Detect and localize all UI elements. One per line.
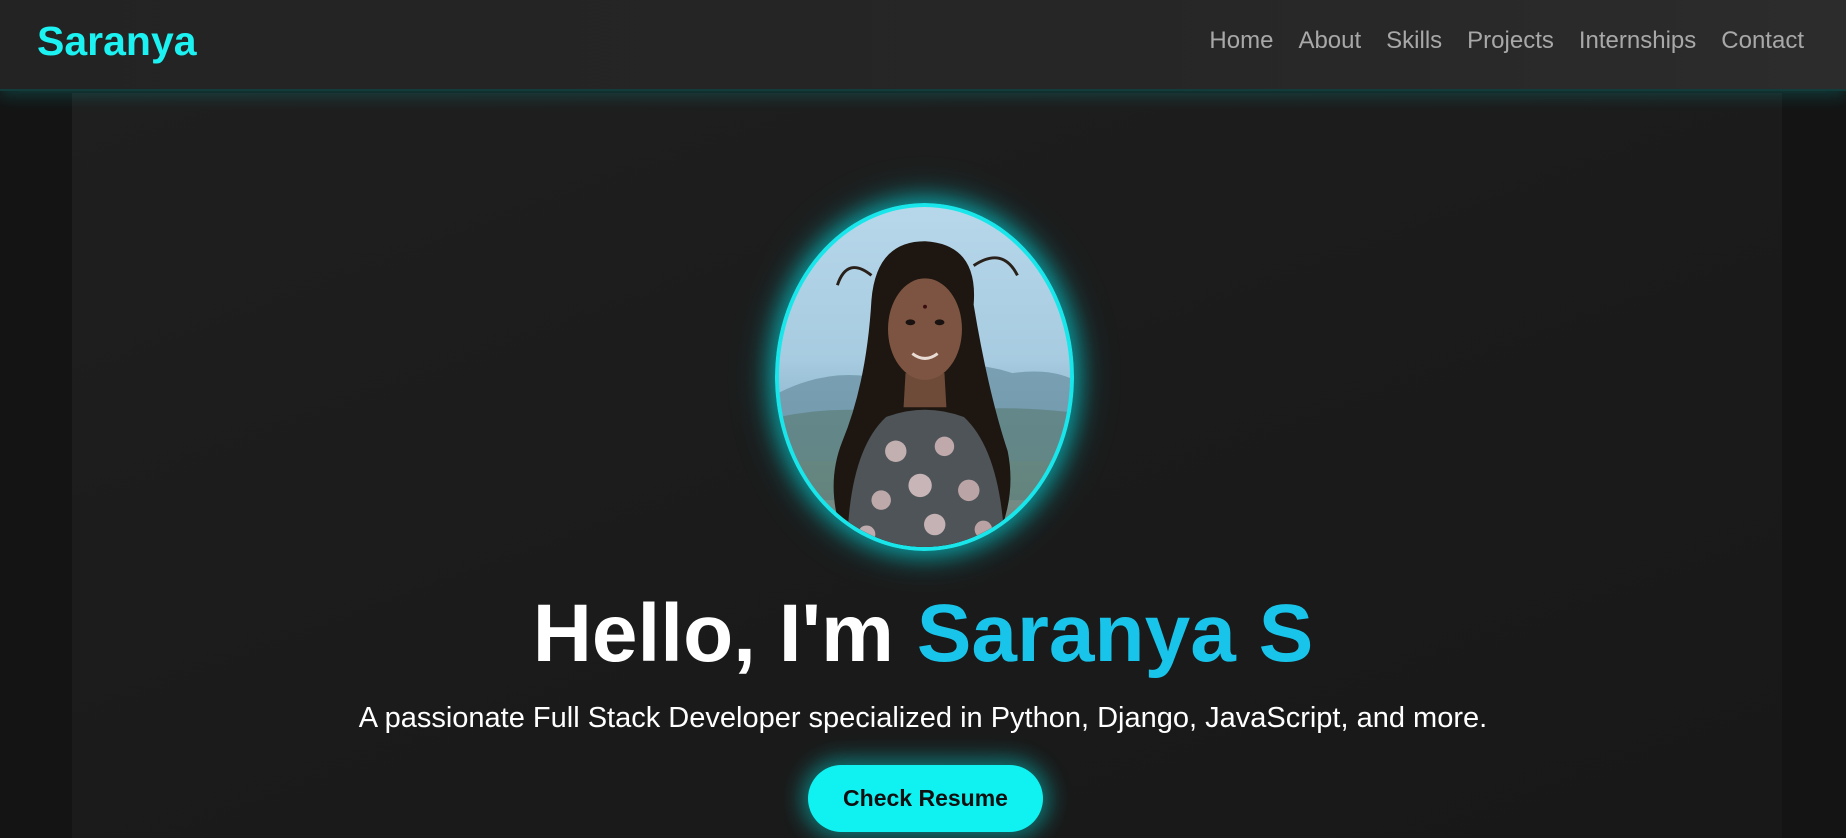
nav-link-skills[interactable]: Skills <box>1386 27 1442 54</box>
nav-link-contact[interactable]: Contact <box>1721 27 1804 54</box>
nav-link-about[interactable]: About <box>1298 27 1361 54</box>
profile-avatar <box>775 203 1074 551</box>
nav-item-projects: Projects <box>1467 24 1554 58</box>
nav-menu: Home About Skills Projects Internships C… <box>1209 24 1804 58</box>
check-resume-button[interactable]: Check Resume <box>808 765 1043 832</box>
nav-item-skills: Skills <box>1386 24 1442 58</box>
hero-subtitle: A passionate Full Stack Developer specia… <box>358 702 1488 734</box>
nav-item-about: About <box>1298 24 1361 58</box>
brand-logo[interactable]: Saranya <box>37 17 197 65</box>
hero-name: Saranya S <box>916 588 1314 679</box>
nav-item-contact: Contact <box>1721 24 1804 58</box>
hero-heading: Hello, I'm Saranya S <box>0 588 1846 680</box>
nav-item-home: Home <box>1209 24 1273 58</box>
nav-link-home[interactable]: Home <box>1209 27 1273 54</box>
nav-item-internships: Internships <box>1579 24 1696 58</box>
nav-link-projects[interactable]: Projects <box>1467 27 1554 54</box>
hero-greeting: Hello, I'm <box>532 588 917 679</box>
navbar: Saranya Home About Skills Projects Inter… <box>0 0 1846 91</box>
nav-link-internships[interactable]: Internships <box>1579 27 1696 54</box>
profile-photo-illustration <box>779 241 1070 547</box>
